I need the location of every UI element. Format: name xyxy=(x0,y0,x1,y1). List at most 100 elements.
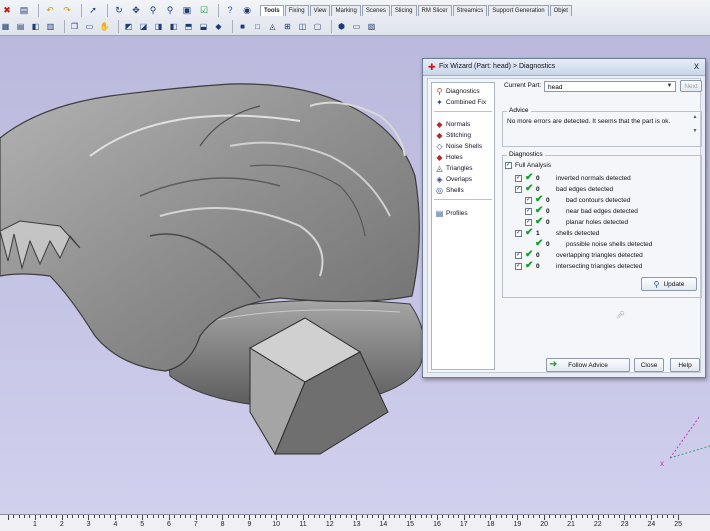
full-analysis-checkbox[interactable]: ✓ xyxy=(505,161,512,169)
diagnostic-checkbox[interactable]: ✓ xyxy=(525,218,532,226)
sidebar-item-triangles[interactable]: ◬ Triangles xyxy=(435,163,472,173)
view-right-icon[interactable]: ◧ xyxy=(168,21,179,32)
help-button[interactable]: Help xyxy=(670,358,700,372)
sidebar-item-label: Profiles xyxy=(446,209,468,217)
view-bottom-icon[interactable]: ⬓ xyxy=(198,21,209,32)
wireframe-icon[interactable]: □ xyxy=(252,21,263,32)
fix-icon[interactable]: ✖ xyxy=(0,3,14,17)
diagnostic-checkbox[interactable]: ✓ xyxy=(515,262,522,270)
tab-tools[interactable]: Tools xyxy=(260,4,284,16)
sidebar-item-combined-fix[interactable]: ✦ Combined Fix xyxy=(435,97,486,107)
help-icon[interactable]: ? xyxy=(223,3,237,17)
sidebar-item-normals[interactable]: ◆ Normals xyxy=(435,119,470,129)
measure-icon[interactable]: ⊞ xyxy=(282,21,293,32)
ruler-tick xyxy=(179,515,181,518)
ruler-tick xyxy=(527,515,529,518)
tab-slicing[interactable]: Slicing xyxy=(390,4,417,16)
tab-streamics[interactable]: Streamics xyxy=(452,4,488,16)
tab-support-generation[interactable]: Support Generation xyxy=(488,4,549,16)
frame-icon[interactable]: ▢ xyxy=(312,21,323,32)
diagnostic-checkbox[interactable]: ✓ xyxy=(515,251,522,259)
ruler-number: 18 xyxy=(486,521,495,528)
view-iso-icon[interactable]: ◆ xyxy=(213,21,224,32)
picture-icon[interactable]: ▣ xyxy=(180,3,194,17)
diagnostic-row: ✓ ✔ 0 bad contours detected xyxy=(525,195,630,205)
ruler-tick xyxy=(452,515,454,518)
zoom-icon[interactable]: ⚲ xyxy=(146,3,160,17)
part-icon[interactable]: ⬢ xyxy=(336,21,347,32)
open-icon[interactable]: ▤ xyxy=(15,21,26,32)
sidebar-item-overlaps[interactable]: ◈ Overlaps xyxy=(435,174,472,184)
layers-icon[interactable]: ▥ xyxy=(45,21,56,32)
ruler-number: 25 xyxy=(674,521,683,528)
ruler-tick xyxy=(329,515,331,520)
sidebar-item-diagnostics[interactable]: ⚲ Diagnostics xyxy=(435,86,480,96)
ruler-tick xyxy=(361,515,363,518)
next-button[interactable]: Next xyxy=(680,80,702,92)
ruler-tick xyxy=(624,515,626,520)
import-icon[interactable]: ▦ xyxy=(0,21,11,32)
view-left-icon[interactable]: ◨ xyxy=(153,21,164,32)
tab-marking[interactable]: Marking xyxy=(331,4,361,16)
sidebar-item-holes[interactable]: ◆ Holes xyxy=(435,152,462,162)
undo-icon[interactable]: ↶ xyxy=(43,3,57,17)
diagnostic-checkbox[interactable]: ✓ xyxy=(525,207,532,215)
paste-icon[interactable]: ▭ xyxy=(84,21,95,32)
save-icon[interactable]: ▤ xyxy=(17,3,31,17)
axis-triad-icon: x xyxy=(660,415,710,468)
shaded-icon[interactable]: ■ xyxy=(237,21,248,32)
copy-icon[interactable]: ❐ xyxy=(69,21,80,32)
view-back-icon[interactable]: ◪ xyxy=(138,21,149,32)
close-button[interactable]: Close xyxy=(634,358,664,372)
tab-rm-slicer[interactable]: RM Slicer xyxy=(417,4,452,16)
ruler-number: 22 xyxy=(593,521,602,528)
ruler-tick xyxy=(72,515,74,518)
current-part-label: Current Part: xyxy=(504,82,542,89)
ruler-number: 13 xyxy=(352,521,361,528)
cube-icon[interactable]: ◧ xyxy=(30,21,41,32)
scene-icon[interactable]: ▧ xyxy=(366,21,377,32)
sidebar-item-shells[interactable]: ◎ Shells xyxy=(435,185,464,195)
tab-view[interactable]: View xyxy=(309,4,331,16)
view-top-icon[interactable]: ⬒ xyxy=(183,21,194,32)
triangles-icon[interactable]: ◬ xyxy=(267,21,278,32)
ruler-tick xyxy=(142,515,143,520)
ruler-tick xyxy=(200,515,202,518)
ruler-tick xyxy=(651,515,653,520)
sidebar-item-profiles[interactable]: ▤ Profiles xyxy=(435,208,468,218)
tab-objet[interactable]: Objet xyxy=(549,4,572,16)
view-front-icon[interactable]: ◩ xyxy=(123,21,134,32)
sidebar-item-noise-shells[interactable]: ◇ Noise Shells xyxy=(435,141,482,151)
hand-icon[interactable]: ✋ xyxy=(99,21,110,32)
advice-scrollbar[interactable]: ▲ ▼ xyxy=(691,114,699,140)
redo-icon[interactable]: ↷ xyxy=(60,3,74,17)
full-analysis-row[interactable]: ✓ Full Analysis xyxy=(505,160,551,170)
diagnostic-checkbox[interactable]: ✓ xyxy=(525,196,532,204)
checklist-icon[interactable]: ☑ xyxy=(197,3,211,17)
sidebar-item-stitching[interactable]: ◆ Stitching xyxy=(435,130,471,140)
diagnostic-checkbox[interactable]: ✓ xyxy=(515,174,522,182)
current-part-value: head xyxy=(548,84,563,91)
tab-scenes[interactable]: Scenes xyxy=(361,4,390,16)
ruler-number: 3 xyxy=(86,521,91,528)
rotate-icon[interactable]: ↻ xyxy=(112,3,126,17)
diagnostic-checkbox[interactable]: ✓ xyxy=(515,185,522,193)
close-icon[interactable]: x xyxy=(694,61,699,72)
tab-fixing[interactable]: Fixing xyxy=(284,4,309,16)
ruler-tick xyxy=(474,515,476,518)
platform-icon[interactable]: ▭ xyxy=(351,21,362,32)
current-part-select[interactable]: head ▼ xyxy=(544,81,676,92)
diagnostic-count: 0 xyxy=(536,185,540,193)
zoom-reset-icon[interactable]: ⚲ xyxy=(163,3,177,17)
ruler-tick xyxy=(415,515,417,518)
ruler-number: 1 xyxy=(33,521,37,528)
settings-icon[interactable]: ◉ xyxy=(240,3,254,17)
pan-icon[interactable]: ✥ xyxy=(129,3,143,17)
diagnostic-checkbox[interactable]: ✓ xyxy=(515,229,522,237)
update-button[interactable]: ⚲ Update xyxy=(641,277,697,291)
dialog-titlebar[interactable]: ✚ Fix Wizard (Part: head) > Diagnostics … xyxy=(423,59,705,76)
section-icon[interactable]: ◫ xyxy=(297,21,308,32)
follow-advice-button[interactable]: ➜ Follow Advice xyxy=(546,358,630,372)
select-icon[interactable]: ➚ xyxy=(86,3,100,17)
check-icon: ✔ xyxy=(535,205,544,216)
